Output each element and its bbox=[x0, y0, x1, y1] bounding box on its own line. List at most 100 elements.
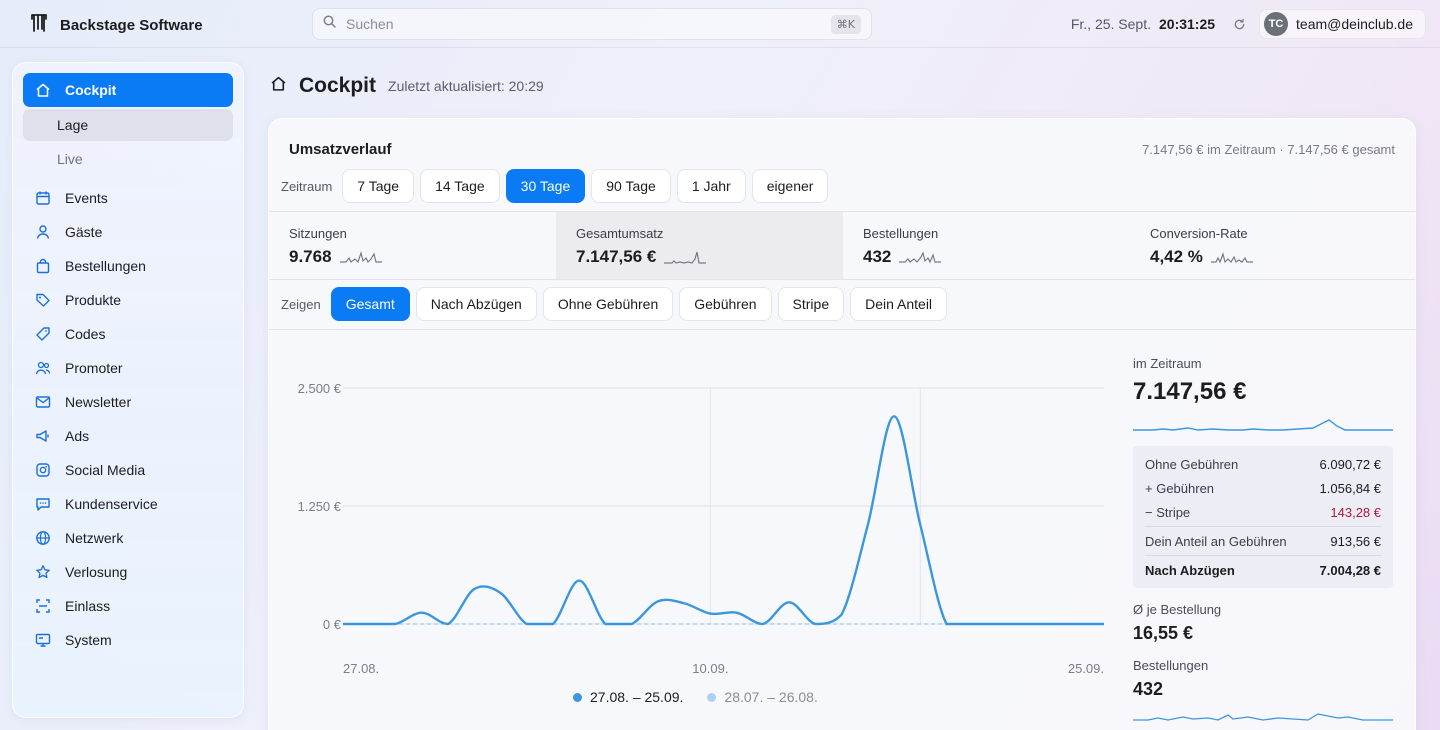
breakdown-label: Dein Anteil an Gebühren bbox=[1145, 533, 1287, 549]
refresh-icon[interactable] bbox=[1229, 14, 1249, 34]
view-dein-anteil[interactable]: Dein Anteil bbox=[850, 287, 948, 321]
star-icon bbox=[35, 564, 51, 580]
avatar: TC bbox=[1264, 12, 1289, 36]
sidebar-item-label: Promoter bbox=[65, 360, 123, 376]
legend-label: 28.07. – 26.08. bbox=[724, 689, 818, 705]
sidebar-item-verlosung[interactable]: Verlosung bbox=[23, 555, 233, 589]
search-input[interactable] bbox=[346, 16, 821, 32]
instagram-icon bbox=[35, 462, 51, 478]
range-7-days[interactable]: 7 Tage bbox=[342, 169, 415, 203]
sidebar-item-einlass[interactable]: Einlass bbox=[23, 589, 233, 623]
y-tick-label: 2.500 € bbox=[298, 381, 342, 396]
brand[interactable]: Backstage Software bbox=[30, 13, 203, 38]
card-title: Umsatzverlauf bbox=[289, 141, 392, 158]
breakdown-value: 143,28 € bbox=[1330, 504, 1381, 520]
sparkline bbox=[899, 251, 942, 264]
show-label: Zeigen bbox=[281, 296, 321, 312]
range-selector: Zeitraum 7 Tage 14 Tage 30 Tage 90 Tage … bbox=[281, 169, 829, 203]
sidebar-item-ads[interactable]: Ads bbox=[23, 419, 233, 453]
kpi-gesamtumsatz[interactable]: Gesamtumsatz 7.147,56 € bbox=[556, 212, 843, 279]
range-90-days[interactable]: 90 Tage bbox=[591, 169, 671, 203]
page-title: Cockpit bbox=[299, 74, 377, 97]
view-nach-abzuegen[interactable]: Nach Abzügen bbox=[415, 287, 537, 321]
sidebar-item-label: Produkte bbox=[65, 292, 122, 308]
mail-icon bbox=[35, 394, 51, 410]
user-menu[interactable]: TC team@deinclub.de bbox=[1259, 9, 1426, 39]
person-icon bbox=[35, 224, 51, 240]
sidebar-item-netzwerk[interactable]: Netzwerk bbox=[23, 521, 233, 555]
revenue-chart: 2.500 € 1.250 € 0 € 27.08. 10.09. 25.09. bbox=[269, 330, 1129, 730]
breakdown-label: + Gebühren bbox=[1145, 480, 1215, 496]
sidebar-item-gaeste[interactable]: Gäste bbox=[23, 215, 233, 249]
home-icon bbox=[270, 75, 287, 97]
sparkline bbox=[339, 250, 382, 264]
breakdown-row: Ohne Gebühren 6.090,72 € bbox=[1145, 452, 1381, 476]
bag-icon bbox=[35, 258, 51, 274]
legend-dot bbox=[707, 692, 717, 702]
page-header: Cockpit Zuletzt aktualisiert: 20:29 bbox=[270, 74, 544, 98]
revenue-chart-svg: 2.500 € 1.250 € 0 € 27.08. 10.09. 25.09. bbox=[298, 381, 1104, 676]
x-tick-label: 25.09. bbox=[1068, 661, 1104, 676]
period-label: im Zeitraum bbox=[1133, 356, 1202, 371]
orders-value: 432 bbox=[1133, 679, 1164, 699]
breakdown-value: 6.090,72 € bbox=[1319, 456, 1381, 472]
range-custom[interactable]: eigener bbox=[751, 169, 829, 203]
search-bar[interactable]: ⌘K bbox=[312, 8, 872, 40]
breakdown-row: Dein Anteil an Gebühren 913,56 € bbox=[1145, 529, 1381, 553]
sidebar-item-label: Cockpit bbox=[65, 82, 117, 98]
avg-value: 16,55 € bbox=[1133, 623, 1194, 643]
view-stripe[interactable]: Stripe bbox=[777, 287, 845, 321]
legend-dot bbox=[573, 692, 582, 702]
breakdown-divider bbox=[1145, 555, 1381, 556]
sidebar-item-produkte[interactable]: Produkte bbox=[23, 283, 233, 317]
sidebar-item-cockpit[interactable]: Cockpit bbox=[23, 73, 233, 107]
sidebar-item-label: Events bbox=[65, 190, 108, 206]
sidebar-item-social-media[interactable]: Social Media bbox=[23, 453, 233, 487]
sidebar-item-newsletter[interactable]: Newsletter bbox=[23, 385, 233, 419]
view-gebuehren[interactable]: Gebühren bbox=[679, 287, 772, 321]
brand-name: Backstage Software bbox=[60, 17, 203, 34]
kpi-bestellungen[interactable]: Bestellungen 432 bbox=[843, 212, 1130, 279]
card-summary: 7.147,56 € im Zeitraum · 7.147,56 € gesa… bbox=[1142, 142, 1395, 157]
kpi-conversion-rate[interactable]: Conversion-Rate 4,42 % bbox=[1130, 212, 1415, 279]
revenue-card: Umsatzverlauf 7.147,56 € im Zeitraum · 7… bbox=[268, 118, 1416, 730]
globe-icon bbox=[35, 530, 51, 546]
view-selector: Zeigen Gesamt Nach Abzügen Ohne Gebühren… bbox=[281, 287, 948, 321]
sidebar-item-label: Ads bbox=[65, 428, 90, 444]
series-line-current bbox=[342, 415, 1104, 626]
sidebar-item-label: Social Media bbox=[65, 462, 146, 478]
sidebar-item-events[interactable]: Events bbox=[23, 181, 233, 215]
sidebar-subitem-live[interactable]: Live bbox=[23, 143, 233, 175]
search-icon bbox=[323, 15, 336, 33]
sidebar-item-kundenservice[interactable]: Kundenservice bbox=[23, 487, 233, 521]
sidebar-item-bestellungen[interactable]: Bestellungen bbox=[23, 249, 233, 283]
search-shortcut: ⌘K bbox=[830, 14, 861, 34]
view-ohne-gebuehren[interactable]: Ohne Gebühren bbox=[542, 287, 674, 321]
range-30-days[interactable]: 30 Tage bbox=[505, 169, 586, 203]
legend-previous[interactable]: 28.07. – 26.08. bbox=[707, 689, 818, 705]
chart-legend: 27.08. – 25.09. 28.07. – 26.08. bbox=[573, 689, 818, 705]
last-updated: Zuletzt aktualisiert: 20:29 bbox=[388, 78, 544, 94]
breakdown-value: 1.056,84 € bbox=[1319, 480, 1381, 496]
sidebar-item-codes[interactable]: Codes bbox=[23, 317, 233, 351]
view-gesamt[interactable]: Gesamt bbox=[330, 287, 410, 321]
period-sparkline bbox=[1133, 419, 1393, 431]
top-bar: Backstage Software ⌘K Fr., 25. Sept. 20:… bbox=[0, 0, 1440, 48]
breakdown-value: 7.004,28 € bbox=[1319, 562, 1381, 578]
avg-label: Ø je Bestellung bbox=[1133, 602, 1222, 617]
y-tick-label: 1.250 € bbox=[298, 499, 342, 514]
sidebar-item-system[interactable]: System bbox=[23, 623, 233, 657]
breakdown-label: Ohne Gebühren bbox=[1145, 456, 1239, 472]
breakdown-divider bbox=[1145, 526, 1381, 527]
breakdown-value: 913,56 € bbox=[1330, 533, 1381, 549]
range-14-days[interactable]: 14 Tage bbox=[420, 169, 500, 203]
sidebar-item-label: Einlass bbox=[65, 598, 111, 614]
kpi-sitzungen[interactable]: Sitzungen 9.768 bbox=[269, 212, 556, 279]
kpi-value: 432 bbox=[863, 247, 892, 266]
sidebar-item-promoter[interactable]: Promoter bbox=[23, 351, 233, 385]
kpi-value: 4,42 % bbox=[1150, 247, 1203, 266]
range-1-year[interactable]: 1 Jahr bbox=[676, 169, 746, 203]
kpi-row: Sitzungen 9.768 Gesamtumsatz 7.147,56 € … bbox=[269, 211, 1415, 280]
legend-current[interactable]: 27.08. – 25.09. bbox=[573, 689, 683, 705]
sidebar-subitem-lage[interactable]: Lage bbox=[23, 109, 233, 141]
